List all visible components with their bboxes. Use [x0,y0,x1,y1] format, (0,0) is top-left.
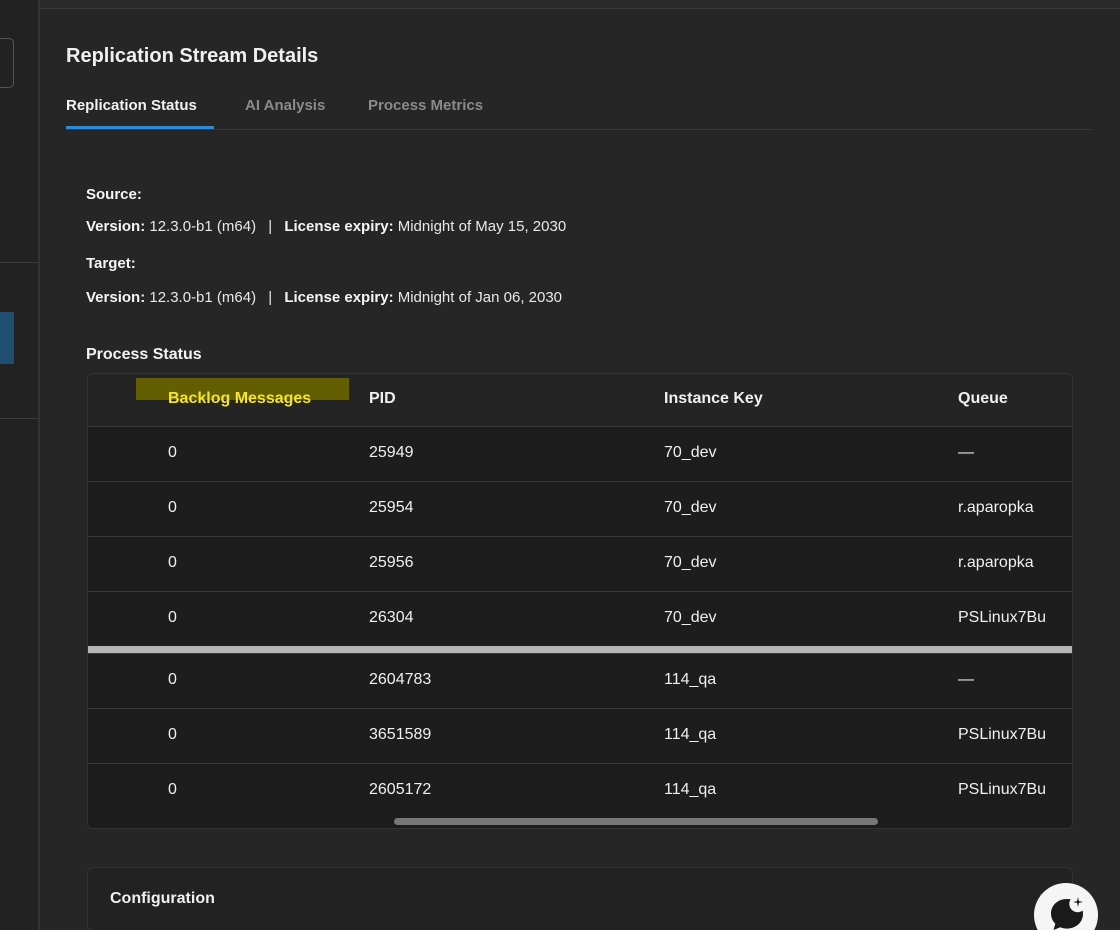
table-row[interactable]: 0 25954 70_dev r.aparopka [88,481,1072,536]
table-row[interactable]: 0 3651589 114_qa PSLinux7Bu [88,708,1072,763]
queue-cell: PSLinux7Bu [958,781,1047,798]
pid-cell: 3651589 [369,726,432,743]
backlog-cell: 0 [168,781,177,798]
left-nav-background [0,0,40,930]
backlog-cell: 0 [168,444,177,461]
pid-cell: 25949 [369,444,414,461]
separator: | [268,218,273,235]
backlog-cell: 0 [168,499,177,516]
left-nav-control[interactable] [0,38,14,88]
left-nav-divider [0,262,38,263]
source-details: Version: 12.3.0-b1 (m64) | License expir… [86,218,566,235]
column-header-backlog[interactable]: Backlog Messages [168,390,311,408]
left-nav-divider [0,418,38,419]
instance-key-cell: 114_qa [664,726,717,743]
instance-key-cell: 70_dev [664,609,717,626]
page: Replication Stream Details Replication S… [0,0,1120,930]
table-row[interactable]: 0 25956 70_dev r.aparopka [88,536,1072,591]
panel-title: Replication Stream Details [66,45,319,67]
pid-cell: 25954 [369,499,414,516]
source-heading: Source: [86,186,142,203]
source-license-label: License expiry: [284,218,394,235]
backlog-cell: 0 [168,554,177,571]
column-header-pid[interactable]: PID [369,390,396,408]
pid-cell: 26304 [369,609,414,626]
target-heading: Target: [86,255,136,272]
separator: | [268,289,273,306]
target-version: 12.3.0-b1 (m64) [149,289,257,306]
pid-cell: 25956 [369,554,414,571]
table-row[interactable]: 0 25949 70_dev — [88,426,1072,481]
queue-cell: r.aparopka [958,499,1034,516]
configuration-label: Configuration [110,890,215,907]
table-row[interactable]: 0 2605172 114_qa PSLinux7Bu [88,763,1072,818]
queue-cell: PSLinux7Bu [958,609,1047,626]
table-row[interactable]: 0 2604783 114_qa — [88,653,1072,708]
backlog-cell: 0 [168,671,177,688]
queue-cell: PSLinux7Bu [958,726,1047,743]
instance-key-cell: 114_qa [664,781,717,798]
target-license-expiry: Midnight of Jan 06, 2030 [397,289,563,306]
horizontal-scrollbar[interactable] [394,818,878,825]
backlog-cell: 0 [168,726,177,743]
tab-replication-status[interactable]: Replication Status [66,97,197,114]
source-license-expiry: Midnight of May 15, 2030 [397,218,567,235]
process-status-table: Backlog Messages PID Instance Key Queue … [87,373,1073,829]
chat-bubble-icon [1051,897,1083,930]
column-header-queue[interactable]: Queue [958,390,1008,408]
tab-process-metrics[interactable]: Process Metrics [368,97,483,114]
configuration-accordion[interactable]: Configuration › [87,867,1073,930]
column-header-instance-key[interactable]: Instance Key [664,390,763,408]
backlog-cell: 0 [168,609,177,626]
pid-cell: 2605172 [369,781,432,798]
group-divider [88,646,1072,653]
replication-stream-details-panel: Replication Stream Details Replication S… [40,8,1120,930]
process-status-title: Process Status [86,346,202,363]
active-tab-indicator [66,126,214,129]
instance-key-cell: 70_dev [664,554,717,571]
table-header: Backlog Messages PID Instance Key Queue [88,374,1072,426]
instance-key-cell: 114_qa [664,671,717,688]
tab-bar: Replication Status AI Analysis Process M… [66,95,1091,130]
target-details: Version: 12.3.0-b1 (m64) | License expir… [86,289,562,306]
left-nav-active-indicator [0,312,14,364]
table-row[interactable]: 0 26304 70_dev PSLinux7Bu [88,591,1072,646]
queue-cell: — [958,671,974,688]
source-version-label: Version: [86,218,146,235]
target-license-label: License expiry: [284,289,394,306]
instance-key-cell: 70_dev [664,444,717,461]
target-version-label: Version: [86,289,146,306]
queue-cell: — [958,444,974,461]
tab-ai-analysis[interactable]: AI Analysis [245,97,325,114]
instance-key-cell: 70_dev [664,499,717,516]
pid-cell: 2604783 [369,671,432,688]
queue-cell: r.aparopka [958,554,1034,571]
source-version: 12.3.0-b1 (m64) [149,218,257,235]
